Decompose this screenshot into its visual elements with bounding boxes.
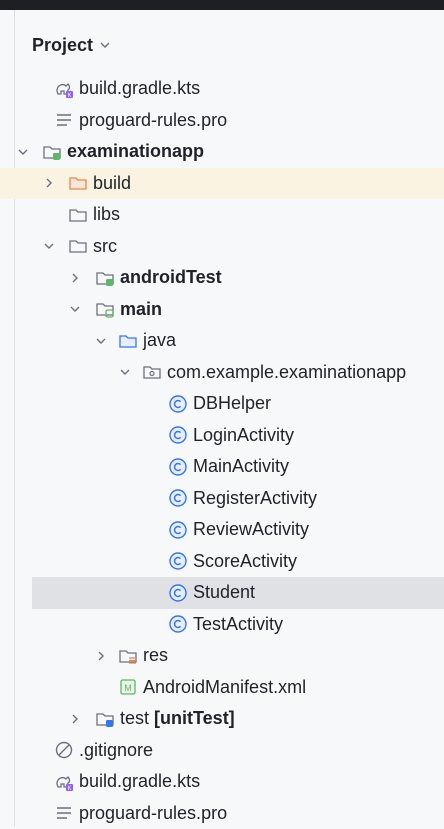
- tree-item-class-dbhelper[interactable]: DBHelper: [0, 388, 444, 420]
- tree-item-label: RegisterActivity: [193, 488, 317, 509]
- tree-item-build-folder[interactable]: build: [0, 168, 444, 200]
- class-icon: [168, 394, 188, 414]
- project-view-header[interactable]: Project: [32, 33, 111, 57]
- tree-item-label: proguard-rules.pro: [79, 803, 227, 824]
- tree-item-label: ScoreActivity: [193, 551, 297, 572]
- tree-item-class-loginactivity[interactable]: LoginActivity: [0, 420, 444, 452]
- tree-item-label: java: [143, 330, 176, 351]
- tree-item-label: .gitignore: [79, 740, 153, 761]
- svg-text:K: K: [67, 786, 71, 792]
- class-icon: [168, 488, 188, 508]
- tree-item-main-folder[interactable]: main: [0, 294, 444, 326]
- tree-item-build-gradle[interactable]: K build.gradle.kts: [0, 73, 444, 105]
- class-icon: [168, 520, 188, 540]
- package-icon: [142, 362, 162, 382]
- tree-item-label: TestActivity: [193, 614, 283, 635]
- tree-item-androidtest-folder[interactable]: androidTest: [0, 262, 444, 294]
- class-icon: [168, 583, 188, 603]
- tree-item-module-examinationapp[interactable]: examinationapp: [0, 136, 444, 168]
- resource-folder-icon: [118, 646, 138, 666]
- svg-text:K: K: [67, 93, 71, 99]
- chevron-right-icon[interactable]: [94, 649, 108, 663]
- tree-item-build-gradle-root[interactable]: K build.gradle.kts: [0, 766, 444, 798]
- chevron-right-icon[interactable]: [68, 271, 82, 285]
- tree-item-class-reviewactivity[interactable]: ReviewActivity: [0, 514, 444, 546]
- test-folder-icon: [95, 709, 115, 729]
- folder-icon: [68, 236, 88, 256]
- project-tree: K build.gradle.kts proguard-rules.pro ex…: [0, 73, 444, 829]
- tree-item-gitignore[interactable]: .gitignore: [0, 735, 444, 767]
- tree-item-class-registeractivity[interactable]: RegisterActivity: [0, 483, 444, 515]
- tree-item-label: ReviewActivity: [193, 519, 309, 540]
- project-view-title: Project: [32, 35, 93, 56]
- class-icon: [168, 425, 188, 445]
- source-folder-icon: [118, 331, 138, 351]
- tree-item-sourceset-tag: [unitTest]: [154, 708, 235, 729]
- class-icon: [168, 614, 188, 634]
- tree-item-label: AndroidManifest.xml: [143, 677, 306, 698]
- tree-item-test-folder[interactable]: test [unitTest]: [0, 703, 444, 735]
- tree-item-label: build.gradle.kts: [79, 78, 200, 99]
- chevron-down-icon[interactable]: [42, 239, 56, 253]
- tree-item-label: LoginActivity: [193, 425, 294, 446]
- chevron-right-icon[interactable]: [42, 176, 56, 190]
- tree-item-label: Student: [193, 582, 255, 603]
- class-icon: [168, 457, 188, 477]
- tree-item-package[interactable]: com.example.examinationapp: [0, 357, 444, 389]
- chevron-down-icon[interactable]: [16, 145, 30, 159]
- chevron-down-icon[interactable]: [118, 365, 132, 379]
- tree-item-label: build.gradle.kts: [79, 771, 200, 792]
- excluded-folder-icon: [68, 173, 88, 193]
- ignored-file-icon: [54, 740, 74, 760]
- tree-item-label: examinationapp: [67, 141, 204, 162]
- class-icon: [168, 551, 188, 571]
- gradle-icon: K: [54, 772, 74, 792]
- chevron-down-icon[interactable]: [68, 302, 82, 316]
- chevron-down-icon[interactable]: [94, 334, 108, 348]
- tree-item-label: build: [93, 173, 131, 194]
- tree-item-label: res: [143, 645, 168, 666]
- tree-item-label: androidTest: [120, 267, 222, 288]
- tree-item-java-folder[interactable]: java: [0, 325, 444, 357]
- tree-item-proguard-rules[interactable]: proguard-rules.pro: [0, 105, 444, 137]
- source-set-folder-icon: [95, 299, 115, 319]
- tree-item-src-folder[interactable]: src: [0, 231, 444, 263]
- tree-item-class-mainactivity[interactable]: MainActivity: [0, 451, 444, 483]
- module-folder-icon: [42, 142, 62, 162]
- gradle-icon: K: [54, 79, 74, 99]
- tree-item-proguard-rules-root[interactable]: proguard-rules.pro: [0, 798, 444, 829]
- tree-item-label: libs: [93, 204, 120, 225]
- text-file-icon: [54, 110, 74, 130]
- tree-item-label: proguard-rules.pro: [79, 110, 227, 131]
- tree-item-label: com.example.examinationapp: [167, 362, 406, 383]
- chevron-right-icon[interactable]: [68, 712, 82, 726]
- tree-item-label: MainActivity: [193, 456, 289, 477]
- svg-text:M: M: [124, 683, 132, 693]
- tree-item-res-folder[interactable]: res: [0, 640, 444, 672]
- tree-item-class-student[interactable]: Student: [32, 577, 444, 609]
- chevron-down-icon[interactable]: [99, 39, 111, 51]
- tree-item-label: main: [120, 299, 162, 320]
- manifest-icon: M: [118, 677, 138, 697]
- tree-item-libs-folder[interactable]: libs: [0, 199, 444, 231]
- tree-item-label: src: [93, 236, 117, 257]
- test-source-folder-icon: [95, 268, 115, 288]
- window-top-bar: [0, 0, 444, 10]
- tree-item-label: test: [120, 708, 149, 729]
- folder-icon: [68, 205, 88, 225]
- tree-item-class-scoreactivity[interactable]: ScoreActivity: [0, 546, 444, 578]
- tree-item-label: DBHelper: [193, 393, 271, 414]
- text-file-icon: [54, 803, 74, 823]
- tree-item-android-manifest[interactable]: M AndroidManifest.xml: [0, 672, 444, 704]
- tree-item-class-testactivity[interactable]: TestActivity: [0, 609, 444, 641]
